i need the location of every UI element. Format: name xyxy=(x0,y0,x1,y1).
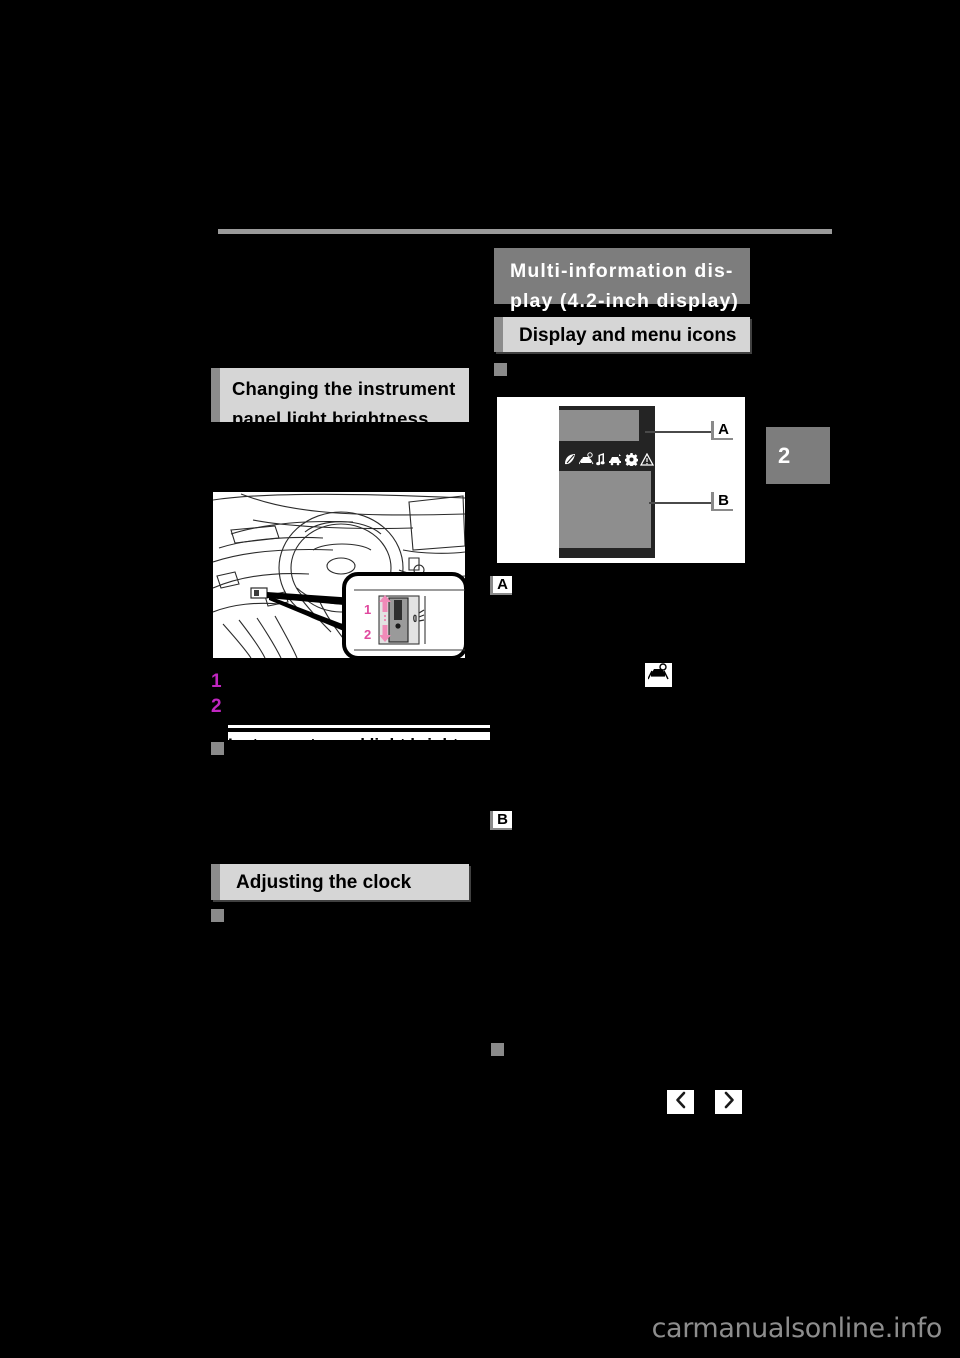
leader-line-a xyxy=(645,431,717,433)
leader-line-b xyxy=(649,502,717,504)
mid-area-b xyxy=(559,471,651,548)
chevron-right-icon xyxy=(721,1091,737,1114)
header-rule xyxy=(218,229,832,234)
inline-vehicle-front-sensor-icon-chip xyxy=(645,663,672,687)
subsection-rule-top xyxy=(228,725,490,728)
vehicle-front-sensor-icon xyxy=(579,452,594,466)
heading-multi-information-display: Multi-information dis-play (4.2-inch dis… xyxy=(494,248,750,312)
bullet-adjusting-clock-section xyxy=(211,909,224,922)
gear-icon xyxy=(625,452,638,466)
chapter-tab: 2 xyxy=(766,427,830,484)
illustration-marker-b: B xyxy=(711,492,733,511)
bullet-nav-arrows-section xyxy=(491,1043,504,1056)
heading-adjusting-the-clock: Adjusting the clock xyxy=(211,864,469,900)
vehicle-side-icon xyxy=(608,452,623,466)
subsection-bullet-instrument-light xyxy=(211,742,224,755)
mid-screen xyxy=(559,406,655,558)
dashboard-dimmer-illustration: 1 2 xyxy=(211,490,467,660)
step-marker-1: 1 xyxy=(211,671,222,692)
site-watermark: carmanualsonline.info xyxy=(651,1313,943,1344)
svg-text:2: 2 xyxy=(364,627,371,642)
svg-text:1: 1 xyxy=(364,602,371,617)
heading-changing-instrument-panel-light-brightness: Changing the instrument panel light brig… xyxy=(211,368,469,429)
illustration-marker-a: A xyxy=(711,421,733,440)
multi-information-display-illustration: A B xyxy=(494,394,748,566)
mid-menu-icon-row xyxy=(563,449,655,469)
vehicle-front-sensor-icon xyxy=(647,663,669,687)
body-marker-b: B xyxy=(490,811,512,830)
body-marker-a: A xyxy=(490,576,512,595)
manual-page: 2 Changing the instrument panel light br… xyxy=(0,0,960,1358)
chevron-left-icon xyxy=(673,1091,689,1114)
next-arrow-chip[interactable] xyxy=(715,1090,742,1114)
subheading-instrument-panel-light: Instrument panel light bright- xyxy=(228,735,490,743)
previous-arrow-chip[interactable] xyxy=(667,1090,694,1114)
heading-display-and-menu-icons: Display and menu icons xyxy=(494,317,750,352)
eco-leaf-icon xyxy=(563,452,577,466)
warning-triangle-icon xyxy=(640,452,654,466)
step-marker-2: 2 xyxy=(211,696,222,717)
music-note-icon xyxy=(596,452,606,466)
bullet-display-menu-icons xyxy=(494,363,507,376)
mid-area-a xyxy=(559,410,639,441)
